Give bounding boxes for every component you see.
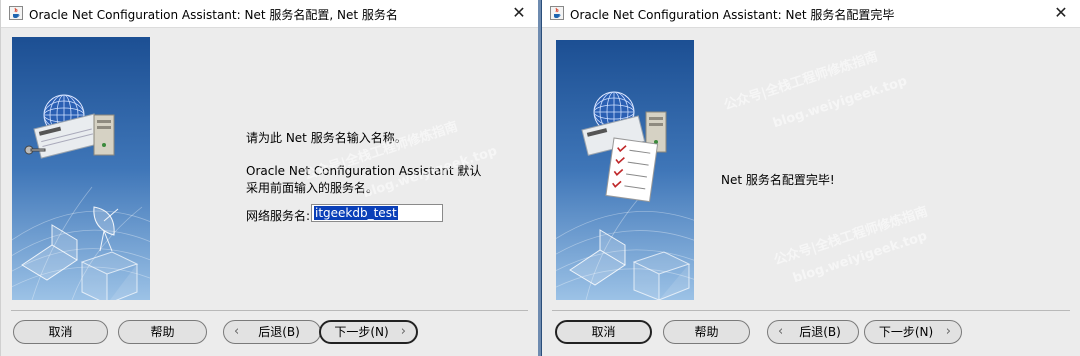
back-button[interactable]: ‹ 后退(B) bbox=[223, 320, 321, 344]
net-service-complete-dialog: Oracle Net Configuration Assistant: Net … bbox=[541, 0, 1080, 356]
back-button-label: 后退(B) bbox=[799, 325, 841, 339]
help-button[interactable]: 帮助 bbox=[118, 320, 207, 344]
completion-message: Net 服务名配置完毕! bbox=[721, 173, 835, 187]
button-separator bbox=[11, 310, 528, 311]
cancel-button[interactable]: 取消 bbox=[13, 320, 108, 344]
back-button[interactable]: ‹ 后退(B) bbox=[767, 320, 859, 344]
window-title: Oracle Net Configuration Assistant: Net … bbox=[29, 8, 398, 22]
help-button-label: 帮助 bbox=[694, 325, 719, 339]
button-separator bbox=[552, 310, 1070, 311]
cancel-button-label: 取消 bbox=[591, 325, 616, 339]
instruction-text: 请为此 Net 服务名输入名称。 bbox=[246, 131, 407, 145]
help-button[interactable]: 帮助 bbox=[663, 320, 750, 344]
chevron-left-icon: ‹ bbox=[778, 324, 784, 339]
oracle-network-illustration bbox=[12, 37, 150, 300]
net-service-name-dialog: Oracle Net Configuration Assistant: Net … bbox=[0, 0, 538, 356]
next-button[interactable]: 下一步(N) › bbox=[319, 320, 418, 344]
close-icon[interactable]: ✕ bbox=[510, 3, 528, 23]
selected-text: itgeekdb_test bbox=[314, 206, 398, 220]
cancel-button[interactable]: 取消 bbox=[555, 320, 652, 344]
chevron-left-icon: ‹ bbox=[234, 324, 240, 339]
java-cup-icon bbox=[550, 6, 564, 20]
chevron-right-icon: › bbox=[945, 324, 951, 339]
close-icon[interactable]: ✕ bbox=[1052, 3, 1070, 23]
net-service-name-input[interactable]: itgeekdb_test bbox=[311, 204, 443, 222]
java-cup-icon bbox=[9, 6, 23, 20]
chevron-right-icon: › bbox=[400, 324, 406, 339]
window-title: Oracle Net Configuration Assistant: Net … bbox=[570, 8, 895, 22]
next-button-label: 下一步(N) bbox=[878, 325, 934, 339]
description-line-1: Oracle Net Configuration Assistant 默认 bbox=[246, 164, 482, 178]
back-button-label: 后退(B) bbox=[258, 325, 300, 339]
net-service-name-label: 网络服务名: bbox=[246, 209, 311, 223]
oracle-checklist-illustration bbox=[556, 40, 694, 300]
cancel-button-label: 取消 bbox=[48, 325, 73, 339]
description-line-2: 采用前面输入的服务名。 bbox=[246, 181, 379, 195]
title-bar: Oracle Net Configuration Assistant: Net … bbox=[1, 0, 538, 28]
title-bar: Oracle Net Configuration Assistant: Net … bbox=[542, 0, 1080, 28]
next-button-label: 下一步(N) bbox=[334, 325, 389, 339]
help-button-label: 帮助 bbox=[150, 325, 175, 339]
next-button[interactable]: 下一步(N) › bbox=[864, 320, 962, 344]
